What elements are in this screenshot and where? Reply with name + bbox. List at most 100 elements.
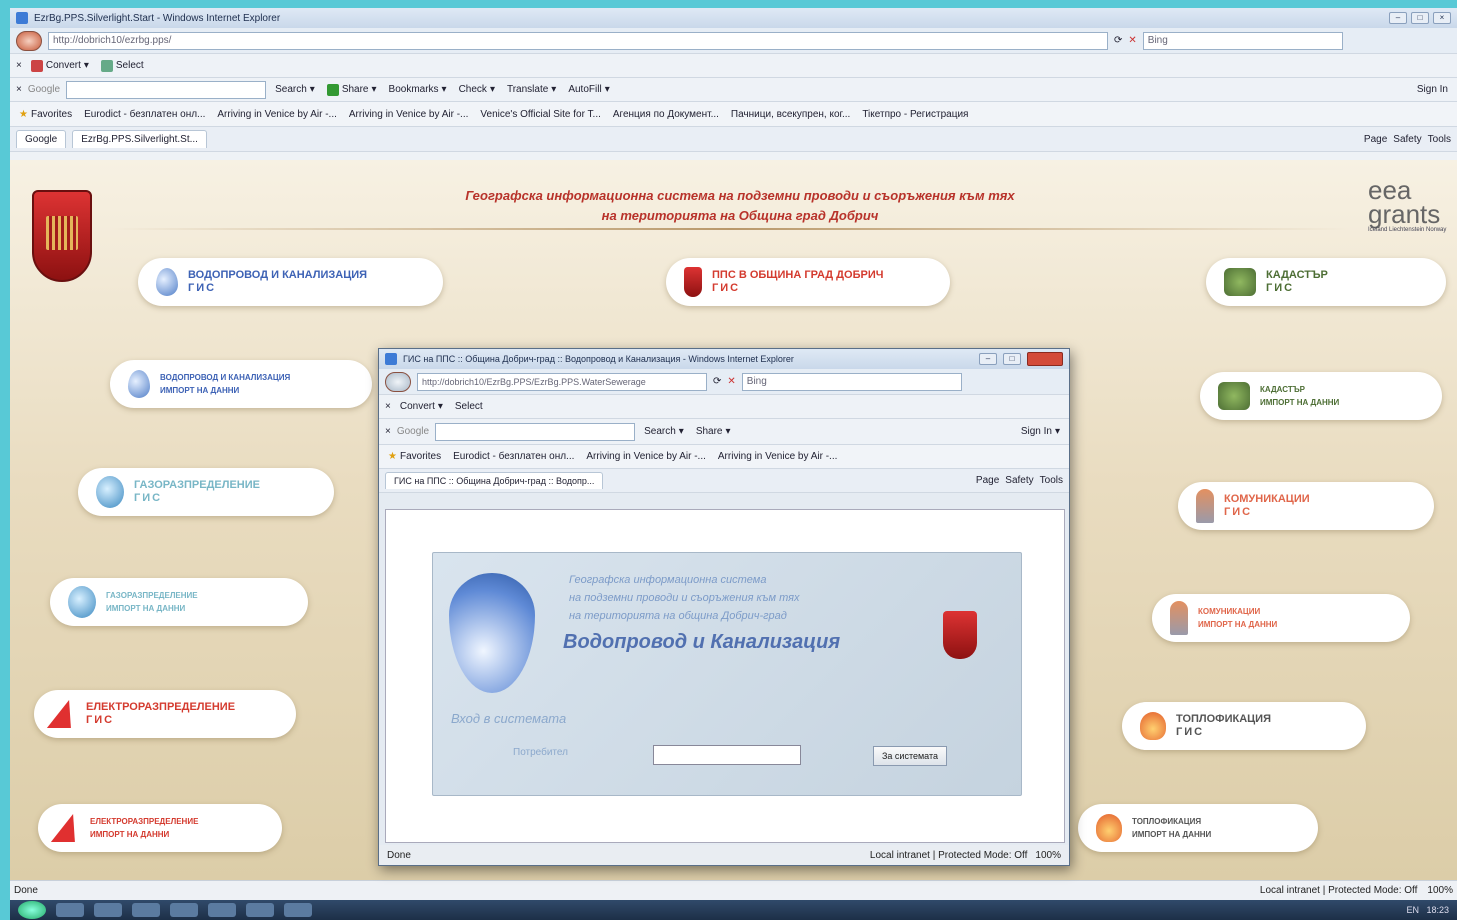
favorite-link[interactable]: Arriving in Venice by Air -...	[583, 450, 709, 463]
zoom-level[interactable]: 100%	[1427, 885, 1453, 896]
share-button[interactable]: Share ▾	[324, 83, 380, 97]
taskbar-app[interactable]	[284, 903, 312, 917]
tile-kad-import[interactable]: КАДАСТЪР ИМПОРТ НА ДАННИ	[1200, 372, 1442, 420]
tile-kom-import[interactable]: КОМУНИКАЦИИ ИМПОРТ НА ДАННИ	[1152, 594, 1410, 642]
taskbar-app[interactable]	[208, 903, 236, 917]
login-title: Водопровод и Канализация	[563, 631, 841, 653]
tab-google[interactable]: Google	[16, 130, 67, 148]
stop-icon[interactable]: ✕	[727, 376, 735, 387]
favorites-button[interactable]: ★ Favorites	[385, 450, 444, 463]
ie-icon	[385, 353, 397, 365]
popup-address-row: http://dobrich10/EzrBg.PPS/EzrBg.PPS.Wat…	[379, 369, 1069, 395]
google-toolbar: × Google Search ▾ Share ▾ Bookmarks ▾ Ch…	[10, 78, 1457, 102]
taskbar: EN 18:23	[10, 900, 1457, 920]
taskbar-app[interactable]	[94, 903, 122, 917]
safety-menu[interactable]: Safety	[1393, 134, 1421, 145]
tile-top-import[interactable]: ТОПЛОФИКАЦИЯ ИМПОРТ НА ДАННИ	[1078, 804, 1318, 852]
favorites-bar: ★ Favorites Eurodict - безплатен онл... A…	[10, 102, 1457, 127]
convert-button[interactable]: Convert ▾	[28, 59, 92, 73]
google-search-input[interactable]	[66, 80, 267, 99]
tab-ezrbg[interactable]: EzrBg.PPS.Silverlight.St...	[72, 130, 207, 148]
tile-kom-gis[interactable]: КОМУНИКАЦИИ ГИС	[1178, 482, 1434, 530]
lightning-icon	[46, 700, 82, 728]
taskbar-app[interactable]	[56, 903, 84, 917]
refresh-icon[interactable]: ⟳	[1114, 35, 1122, 46]
popup-title-bar: ГИС на ППС :: Община Добрич-град :: Водо…	[379, 349, 1069, 369]
favorite-link[interactable]: Пачници, всекупрен, ког...	[728, 108, 853, 121]
maximize-button[interactable]: □	[1411, 12, 1429, 24]
tile-pps-gis[interactable]: ППС В ОБЩИНА ГРАД ДОБРИЧ ГИС	[666, 258, 950, 306]
page-menu[interactable]: Page	[976, 475, 999, 486]
popup-content: Географска информационна система на подз…	[385, 509, 1065, 843]
google-search-button[interactable]: Search ▾	[641, 425, 687, 438]
user-input[interactable]	[653, 745, 801, 765]
page-menu[interactable]: Page	[1364, 134, 1387, 145]
safety-menu[interactable]: Safety	[1005, 475, 1033, 486]
popup-favorites-bar: ★ Favorites Eurodict - безплатен онл... A…	[379, 445, 1069, 469]
taskbar-app[interactable]	[132, 903, 160, 917]
start-button[interactable]	[18, 901, 46, 919]
tools-menu[interactable]: Tools	[1040, 475, 1063, 486]
translate-button[interactable]: Translate ▾	[504, 83, 559, 96]
search-field[interactable]: Bing	[1142, 31, 1343, 50]
tab-vik[interactable]: ГИС на ППС :: Община Добрич-град :: Водо…	[385, 472, 604, 489]
zone-status: Local intranet | Protected Mode: Off	[869, 849, 1028, 861]
favorite-link[interactable]: Tiкетпро - Регистрация	[859, 108, 971, 121]
sign-in-button[interactable]: Sign In	[1414, 83, 1451, 96]
google-search-button[interactable]: Search ▾	[272, 83, 318, 96]
favorite-link[interactable]: Eurodict - безплатен онл...	[81, 108, 208, 121]
refresh-icon[interactable]: ⟳	[713, 376, 721, 387]
favorite-link[interactable]: Arriving in Venice by Air -...	[346, 108, 472, 121]
popup-search-field[interactable]: Bing	[741, 372, 962, 391]
popup-google-toolbar: × Google Search ▾ Share ▾ Sign In ▾	[379, 419, 1069, 445]
tile-vik-gis[interactable]: ВОДОПРОВОД И КАНАЛИЗАЦИЯ ГИС	[138, 258, 443, 306]
favorite-link[interactable]: Arriving in Venice by Air -...	[214, 108, 340, 121]
close-button[interactable]: ×	[1433, 12, 1451, 24]
bookmarks-button[interactable]: Bookmarks ▾	[386, 83, 450, 96]
dobrich-crest-logo	[943, 611, 977, 659]
favorites-button[interactable]: ★ Favorites	[16, 108, 75, 121]
minimize-button[interactable]: –	[979, 353, 997, 365]
favorite-link[interactable]: Агенция по Документ...	[610, 108, 722, 121]
taskbar-app[interactable]	[170, 903, 198, 917]
convert-button[interactable]: Convert ▾	[397, 400, 446, 413]
minimize-button[interactable]: –	[1389, 12, 1407, 24]
favorite-link[interactable]: Venice's Official Site for T...	[477, 108, 603, 121]
google-search-input[interactable]	[435, 422, 636, 441]
water-drop-icon	[128, 370, 150, 398]
page-header: Географска информационна система на подз…	[465, 188, 1015, 223]
tile-top-gis[interactable]: ТОПЛОФИКАЦИЯ ГИС	[1122, 702, 1366, 750]
address-field[interactable]: http://dobrich10/ezrbg.pps/	[48, 31, 1108, 50]
tile-vik-import[interactable]: ВОДОПРОВОД И КАНАЛИЗАЦИЯ ИМПОРТ НА ДАННИ	[110, 360, 372, 408]
login-heading: Вход в системата	[451, 711, 567, 726]
popup-address-field[interactable]: http://dobrich10/EzrBg.PPS/EzrBg.PPS.Wat…	[417, 372, 707, 391]
share-button[interactable]: Share ▾	[693, 425, 734, 438]
select-button[interactable]: Select	[98, 59, 147, 73]
select-button[interactable]: Select	[452, 400, 486, 413]
window-title: EzrBg.PPS.Silverlight.Start - Windows In…	[34, 12, 281, 24]
taskbar-app[interactable]	[246, 903, 274, 917]
zoom-level[interactable]: 100%	[1035, 850, 1061, 861]
tile-kad-gis[interactable]: КАДАСТЪР ГИС	[1206, 258, 1446, 306]
lightning-icon	[50, 814, 86, 842]
back-forward-buttons[interactable]	[385, 371, 411, 392]
tile-gas-import[interactable]: ГАЗОРАЗПРЕДЕЛЕНИЕ ИМПОРТ НА ДАННИ	[50, 578, 308, 626]
check-button[interactable]: Check ▾	[456, 83, 498, 96]
favorite-link[interactable]: Arriving in Venice by Air -...	[715, 450, 841, 463]
login-panel: Географска информационна система на подз…	[432, 552, 1022, 796]
tile-gas-gis[interactable]: ГАЗОРАЗПРЕДЕЛЕНИЕ ГИС	[78, 468, 334, 516]
tools-menu[interactable]: Tools	[1428, 134, 1451, 145]
tile-el-gis[interactable]: ЕЛЕКТРОРАЗПРЕДЕЛЕНИЕ ГИС	[34, 690, 296, 738]
about-system-button[interactable]: За системата	[873, 746, 947, 766]
sign-in-button[interactable]: Sign In ▾	[1018, 425, 1063, 438]
back-forward-buttons[interactable]	[16, 30, 42, 51]
popup-window: ГИС на ППС :: Община Добрич-град :: Водо…	[378, 348, 1070, 866]
tile-el-import[interactable]: ЕЛЕКТРОРАЗПРЕДЕЛЕНИЕ ИМПОРТ НА ДАННИ	[38, 804, 282, 852]
favorite-link[interactable]: Eurodict - безплатен онл...	[450, 450, 577, 463]
zone-status: Local intranet | Protected Mode: Off	[1259, 885, 1418, 896]
stop-icon[interactable]: ✕	[1128, 35, 1136, 46]
autofill-button[interactable]: AutoFill ▾	[565, 83, 612, 96]
dobrich-crest-logo	[32, 190, 92, 282]
maximize-button[interactable]: □	[1003, 353, 1021, 365]
close-button[interactable]	[1027, 352, 1063, 366]
